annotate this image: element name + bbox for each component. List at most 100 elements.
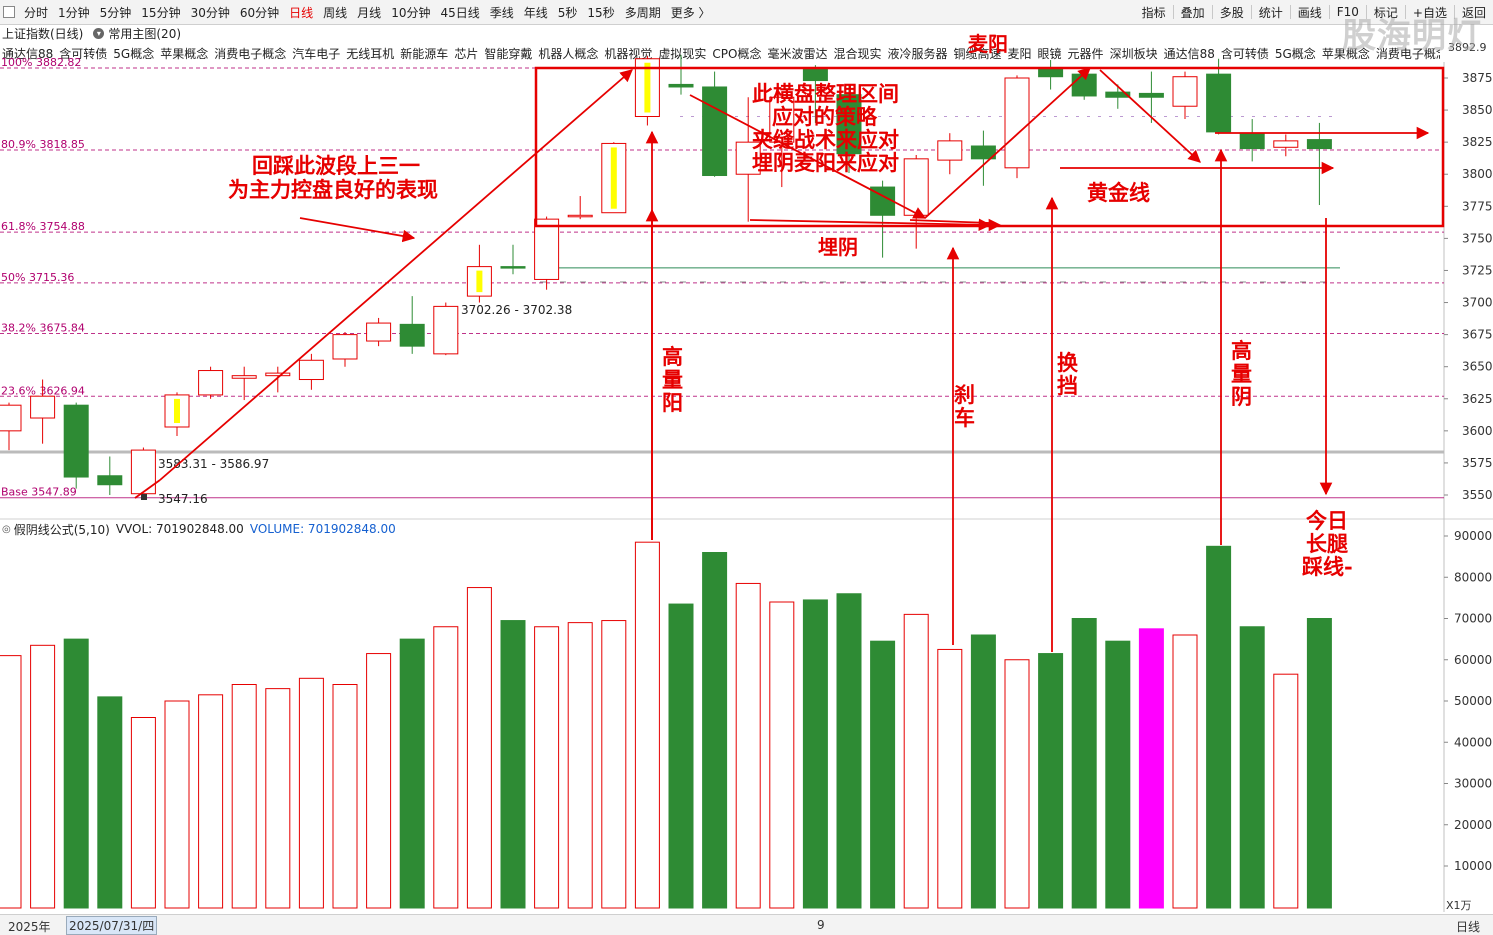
volume-bar: [567, 622, 593, 909]
strategy-annotation: 夹缝战术来应对: [752, 127, 899, 152]
annotation-arrow: [299, 217, 416, 243]
volume-bar: [231, 684, 257, 909]
volume-tick-label: 80000: [1454, 570, 1492, 584]
price-tick-label: 3575: [1462, 456, 1493, 470]
high-volume-yang-annotation: 高: [662, 344, 683, 369]
fib-level-label: Base 3547.89: [1, 486, 77, 499]
period-label[interactable]: 日线: [1456, 918, 1480, 935]
cursor-date: 2025/07/31/四: [66, 916, 158, 935]
volume-bar: [1172, 634, 1198, 909]
volume-bar: [601, 620, 627, 909]
fib-level-label: 50% 3715.36: [1, 271, 74, 284]
volume-bar: [433, 626, 459, 909]
volume-bar: [130, 717, 156, 909]
candle-body: [198, 370, 224, 396]
volume-bar: [937, 648, 963, 909]
candle-body: [63, 404, 89, 478]
volume-bar: [1273, 673, 1299, 909]
volume-tick-label: 40000: [1454, 735, 1492, 749]
candle-body: [1038, 68, 1064, 78]
candle-body: [1206, 73, 1232, 133]
brake-annotation: 刹: [954, 382, 975, 407]
price-tick-label: 3550: [1462, 488, 1493, 502]
shift-annotation: 挡: [1057, 373, 1078, 398]
watermark-logo: 股海明灯: [1342, 16, 1482, 56]
volume-bar: [466, 587, 492, 909]
volume-bar: [97, 696, 123, 909]
candle-body: [0, 404, 22, 432]
volume-bar: [366, 653, 392, 909]
strategy-annotation: 此横盘整理区间: [752, 81, 899, 106]
volume-bar: [702, 552, 728, 909]
price-tick-label: 3825: [1462, 135, 1493, 149]
volume-bar: [903, 613, 929, 909]
volume-tick-label: 50000: [1454, 694, 1492, 708]
fib-level-label: 61.8% 3754.88: [1, 220, 85, 233]
candle-body: [97, 475, 123, 486]
price-tick-label: 3750: [1462, 231, 1493, 245]
volume-bar: [265, 688, 291, 909]
price-tick-label: 3875: [1462, 71, 1493, 85]
fib-level-label: 80.9% 3818.85: [1, 138, 85, 151]
volume-bar: [0, 655, 22, 909]
annotation-line: [909, 219, 991, 224]
candle-body: [1239, 132, 1265, 150]
indicator-bar: ◎ 假阴线公式(5,10) VVOL: 701902848.00 VOLUME:…: [0, 520, 1440, 538]
volume-tick-label: 70000: [1454, 612, 1492, 626]
volume-bar: [802, 599, 828, 909]
fib-level-label: 38.2% 3675.84: [1, 322, 85, 335]
volume-bar: [164, 700, 190, 909]
high-volume-yin-annotation: 高: [1231, 338, 1252, 363]
volume-bar: [1004, 659, 1030, 909]
candle-body: [1004, 77, 1030, 169]
volume-bar: [198, 694, 224, 909]
candle-body: [903, 158, 929, 216]
candle-body: [534, 218, 560, 280]
price-tick-label: 3675: [1462, 328, 1493, 342]
volume-bar: [634, 541, 660, 909]
strategy-annotation: 应对的策略: [772, 104, 878, 129]
volume-tick-label: 20000: [1454, 818, 1492, 832]
candle-body: [668, 83, 694, 88]
pullback-annotation: 回踩此波段上三一: [252, 153, 420, 178]
volume-bar: [836, 593, 862, 909]
volume-bar: [1038, 653, 1064, 909]
candle-body: [1071, 73, 1097, 97]
volume-bar: [769, 601, 795, 909]
chevron-down-icon[interactable]: ◎: [2, 524, 11, 535]
shift-annotation: 换: [1057, 350, 1079, 375]
volume-bar: [735, 582, 761, 909]
yellow-marker: [476, 270, 483, 293]
volume-bar: [63, 638, 89, 909]
price-tick-label: 3700: [1462, 296, 1493, 310]
volume-tick-label: 10000: [1454, 859, 1492, 873]
kline-chart[interactable]: 100% 3882.82 80.9% 3818.85 61.8% 3754.88 50…: [0, 0, 1493, 934]
range-note: 3702.26 - 3702.38: [461, 303, 572, 317]
candle-body: [30, 395, 56, 419]
strategy-annotation: 埋阴麦阳来应对: [752, 150, 899, 175]
price-tick-label: 3850: [1462, 103, 1493, 117]
candle-body: [298, 359, 324, 381]
indicator-name[interactable]: 假阴线公式(5,10): [14, 521, 110, 538]
volume-bar: [870, 640, 896, 909]
golden-line-annotation: 黄金线: [1087, 180, 1150, 205]
volume-tick-label: 60000: [1454, 653, 1492, 667]
volume-tick-label: 90000: [1454, 529, 1492, 543]
volume-bar: [1138, 628, 1164, 909]
low-marker: [141, 494, 147, 500]
annotation-arrow: [159, 69, 633, 481]
high-volume-yin-annotation: 量: [1231, 361, 1252, 386]
volume-bar: [399, 638, 425, 909]
volume-tick-label: 30000: [1454, 777, 1492, 791]
high-volume-yin-annotation: 阴: [1231, 384, 1252, 409]
volume-unit-label: X1万: [1446, 899, 1472, 912]
price-tick-label: 3725: [1462, 263, 1493, 277]
yellow-marker: [610, 147, 617, 209]
candle-body: [567, 214, 593, 218]
volume-bar: [1306, 618, 1332, 909]
volume-bar: [30, 644, 56, 909]
candle-body: [802, 68, 828, 82]
candle-body: [702, 86, 728, 177]
volume-bar: [500, 620, 526, 909]
candle-body: [366, 322, 392, 342]
